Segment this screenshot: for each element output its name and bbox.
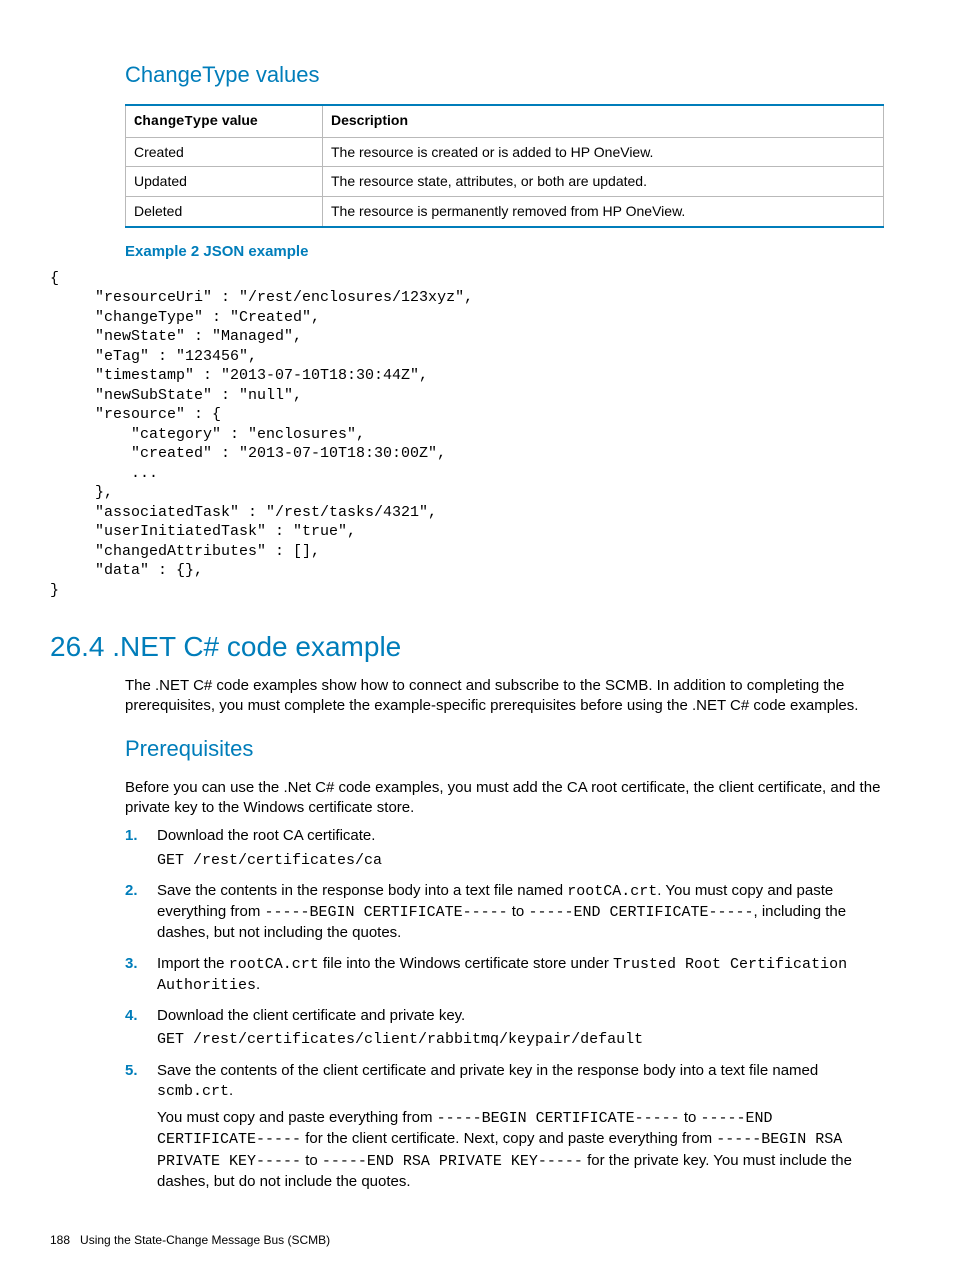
step-1: 1. Download the root CA certificate. GET…	[125, 826, 884, 871]
table-row: Created The resource is created or is ad…	[126, 137, 884, 167]
changetype-table: ChangeType value Description Created The…	[125, 104, 884, 229]
table-row: Updated The resource state, attributes, …	[126, 167, 884, 197]
steps-list: 1. Download the root CA certificate. GET…	[125, 826, 884, 1192]
table-row: Deleted The resource is permanently remo…	[126, 197, 884, 227]
footer-title: Using the State-Change Message Bus (SCMB…	[80, 1233, 330, 1247]
step-4: 4. Download the client certificate and p…	[125, 1006, 884, 1051]
code-line: GET /rest/certificates/client/rabbitmq/k…	[157, 1030, 884, 1050]
step-3: 3. Import the rootCA.crt file into the W…	[125, 954, 884, 997]
code-line: GET /rest/certificates/ca	[157, 851, 884, 871]
net-intro-text: The .NET C# code examples show how to co…	[125, 676, 884, 717]
step-2: 2. Save the contents in the response bod…	[125, 881, 884, 944]
prereq-intro-text: Before you can use the .Net C# code exam…	[125, 778, 884, 819]
heading-changetype: ChangeType values	[125, 60, 884, 90]
page-footer: 188 Using the State-Change Message Bus (…	[50, 1232, 884, 1248]
json-code-block: { "resourceUri" : "/rest/enclosures/123x…	[50, 269, 884, 601]
page-number: 188	[50, 1233, 70, 1247]
th-desc: Description	[323, 105, 884, 137]
example-label: Example 2 JSON example	[125, 242, 884, 262]
heading-prerequisites: Prerequisites	[125, 734, 884, 764]
heading-net-example: 26.4 .NET C# code example	[50, 628, 884, 666]
th-value: ChangeType value	[126, 105, 323, 137]
step-5: 5. Save the contents of the client certi…	[125, 1061, 884, 1193]
